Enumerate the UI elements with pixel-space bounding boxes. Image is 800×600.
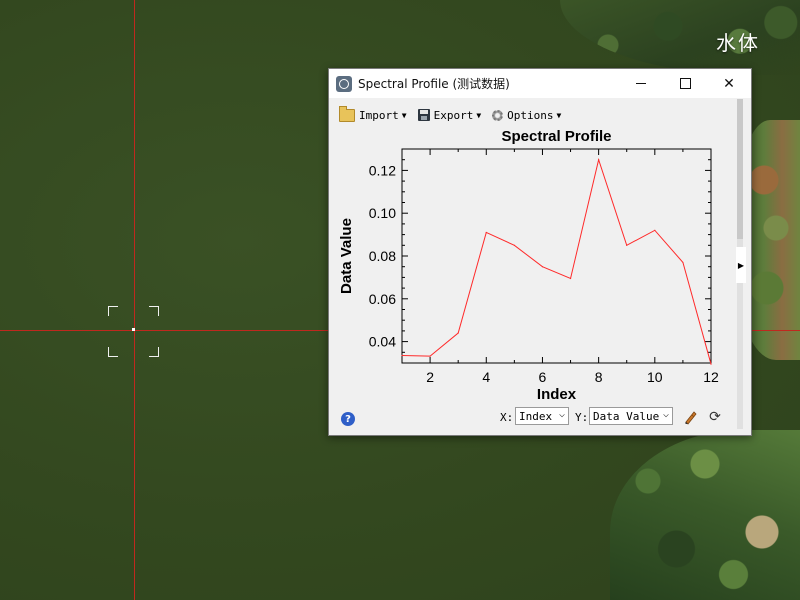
chart-area[interactable]: Spectral Profile 2 4 6 8 10 12 0.04 0.06 0.08 0.10… bbox=[329, 123, 739, 413]
x-tick-label: 8 bbox=[595, 369, 603, 385]
data-point bbox=[457, 332, 459, 334]
y-axis-select-value: Data Value bbox=[593, 409, 660, 423]
chevron-down-icon: ⌵ bbox=[558, 409, 565, 420]
x-axis-label: Index bbox=[537, 386, 577, 403]
data-point bbox=[710, 363, 712, 365]
reticle-corner-bottom-right bbox=[149, 347, 159, 357]
x-tick-label: 4 bbox=[482, 369, 490, 385]
scrollbar-thumb[interactable] bbox=[737, 99, 743, 239]
refresh-icon[interactable]: ⟳ bbox=[707, 409, 723, 425]
help-icon[interactable]: ? bbox=[341, 412, 355, 426]
y-axis-select-label: Y: bbox=[575, 411, 589, 424]
spectral-profile-window[interactable]: Spectral Profile (测试数据) ✕ Import ▼ Expor… bbox=[328, 68, 752, 436]
x-axis-select[interactable]: Index ⌵ bbox=[515, 407, 569, 425]
caret-down-icon: ▼ bbox=[476, 110, 482, 120]
chevron-down-icon: ⌵ bbox=[662, 409, 669, 420]
data-point bbox=[569, 277, 572, 280]
maximize-icon bbox=[679, 78, 691, 89]
x-axis-select-value: Index bbox=[519, 409, 553, 423]
window-title: Spectral Profile (测试数据) bbox=[358, 77, 510, 91]
gear-icon bbox=[492, 109, 504, 121]
x-tick-label: 6 bbox=[539, 369, 547, 385]
pencil-icon[interactable] bbox=[683, 409, 699, 425]
toolbar: Import ▼ Export ▼ Options ▼ bbox=[339, 105, 572, 125]
y-tick-label: 0.10 bbox=[369, 205, 396, 221]
y-tick-label: 0.12 bbox=[369, 162, 396, 178]
minimize-icon bbox=[636, 83, 646, 84]
import-button[interactable]: Import ▼ bbox=[339, 105, 407, 122]
crosshair-vertical-line bbox=[134, 0, 135, 600]
close-button[interactable]: ✕ bbox=[707, 69, 751, 98]
caret-down-icon: ▼ bbox=[401, 110, 407, 120]
series-line bbox=[401, 157, 712, 365]
data-point bbox=[682, 261, 684, 264]
y-axis-select[interactable]: Data Value ⌵ bbox=[589, 407, 673, 425]
y-axis-label: Data Value bbox=[338, 218, 355, 294]
x-axis-select-label: X: bbox=[500, 411, 514, 424]
map-annotation-label: 水体 bbox=[716, 31, 760, 55]
import-label: Import bbox=[359, 108, 399, 122]
x-tick-label: 2 bbox=[426, 369, 434, 385]
export-button[interactable]: Export ▼ bbox=[417, 108, 482, 122]
close-icon: ✕ bbox=[723, 75, 735, 92]
data-point bbox=[541, 266, 544, 268]
export-label: Export bbox=[433, 108, 474, 122]
reticle-corner-bottom-left bbox=[108, 347, 118, 357]
data-point bbox=[485, 231, 487, 234]
dialog-footer: ? X: Index ⌵ Y: Data Value ⌵ ⟳ bbox=[329, 405, 739, 429]
reticle-center-dot bbox=[132, 328, 135, 331]
chevron-right-icon: ▶ bbox=[737, 260, 745, 270]
y-tick-label: 0.08 bbox=[369, 248, 396, 264]
chart-title: Spectral Profile bbox=[501, 128, 611, 145]
app-icon bbox=[336, 75, 352, 92]
options-button[interactable]: Options ▼ bbox=[492, 109, 561, 122]
x-tick-label: 12 bbox=[703, 369, 719, 385]
folder-icon bbox=[339, 105, 355, 122]
reticle-corner-top-right bbox=[149, 306, 159, 316]
options-label: Options bbox=[507, 108, 554, 122]
data-point bbox=[654, 229, 656, 231]
maximize-button[interactable] bbox=[663, 69, 707, 98]
expand-panel-button[interactable]: ▶ bbox=[736, 247, 746, 283]
data-point bbox=[401, 354, 403, 357]
caret-down-icon: ▼ bbox=[556, 110, 562, 120]
spectral-profile-chart[interactable]: Spectral Profile 2 4 6 8 10 12 0.04 0.06 0.08 0.10… bbox=[329, 123, 739, 413]
x-tick-label: 10 bbox=[647, 369, 663, 385]
data-point bbox=[429, 355, 431, 357]
data-point bbox=[626, 244, 628, 246]
window-titlebar[interactable]: Spectral Profile (测试数据) ✕ bbox=[329, 69, 751, 98]
y-tick-label: 0.06 bbox=[369, 291, 396, 307]
y-tick-label: 0.04 bbox=[369, 334, 396, 350]
minimize-button[interactable] bbox=[619, 69, 663, 98]
reticle-corner-top-left bbox=[108, 306, 118, 316]
data-point bbox=[513, 244, 515, 246]
data-point bbox=[598, 159, 600, 161]
plot-frame bbox=[401, 148, 712, 364]
save-icon bbox=[417, 109, 430, 121]
